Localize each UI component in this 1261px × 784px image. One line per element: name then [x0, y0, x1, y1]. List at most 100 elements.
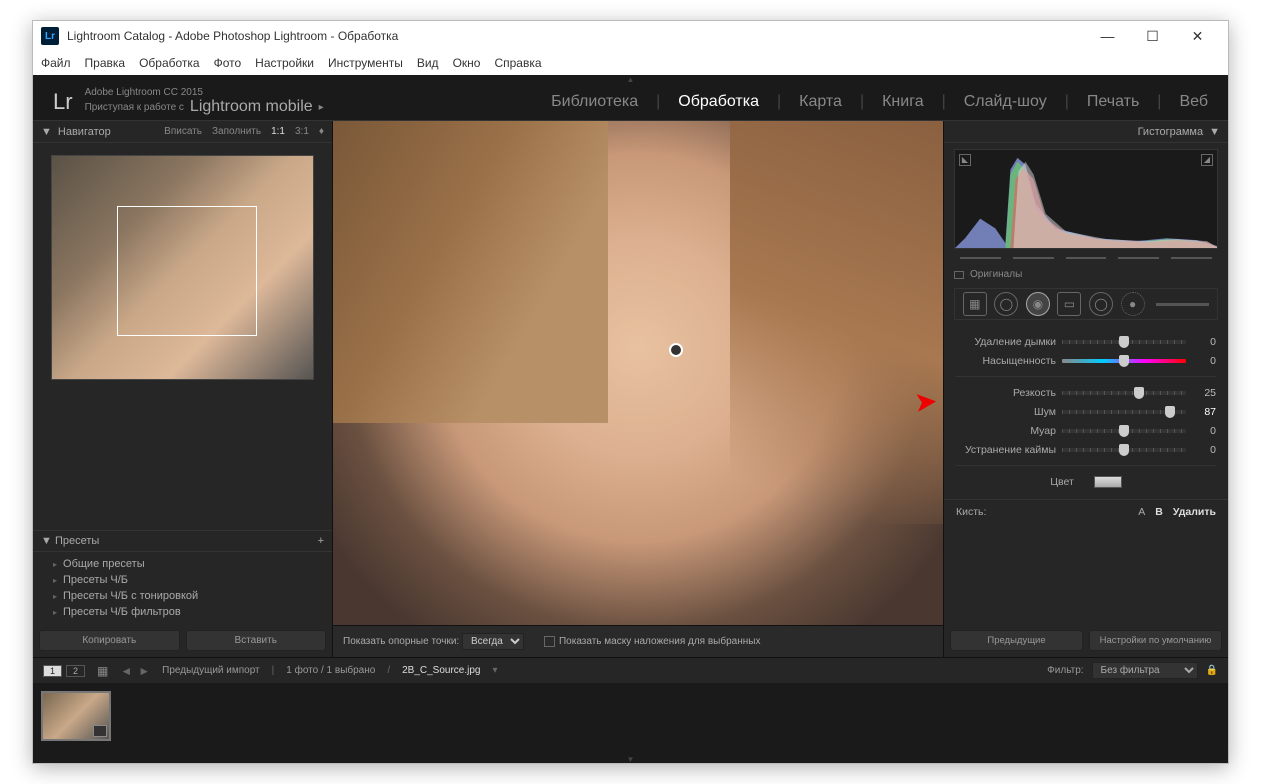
- module-book[interactable]: Книга: [882, 93, 923, 111]
- module-slideshow[interactable]: Слайд-шоу: [964, 93, 1047, 111]
- zoom-more-icon[interactable]: ♦: [319, 126, 324, 137]
- brush-delete[interactable]: Удалить: [1173, 506, 1216, 518]
- menu-tools[interactable]: Инструменты: [328, 56, 403, 70]
- show-mask-checkbox[interactable]: [544, 636, 555, 647]
- current-filename[interactable]: 2B_C_Source.jpg: [402, 665, 480, 676]
- menu-help[interactable]: Справка: [494, 56, 541, 70]
- show-mask-label: Показать маску наложения для выбранных: [559, 636, 760, 647]
- menubar: Файл Правка Обработка Фото Настройки Инс…: [33, 51, 1228, 75]
- clip-highlight-icon[interactable]: ◢: [1201, 154, 1213, 166]
- menu-file[interactable]: Файл: [41, 56, 71, 70]
- chevron-down-icon[interactable]: ▼: [41, 126, 52, 138]
- titlebar: Lr Lightroom Catalog - Adobe Photoshop L…: [33, 21, 1228, 51]
- radial-tool-icon[interactable]: ◯: [1089, 292, 1113, 316]
- slider-label-defringe: Устранение каймы: [956, 444, 1056, 456]
- filmstrip: [33, 683, 1228, 755]
- preset-item[interactable]: Пресеты Ч/Б фильтров: [33, 604, 332, 620]
- module-picker: Библиотека| Обработка| Карта| Книга| Сла…: [551, 93, 1208, 111]
- presets-title: Пресеты: [55, 535, 99, 547]
- app-icon: Lr: [41, 27, 59, 45]
- window-title: Lightroom Catalog - Adobe Photoshop Ligh…: [67, 29, 1085, 43]
- center-view: Показать опорные точки: Всегда Показать …: [333, 121, 943, 657]
- module-library[interactable]: Библиотека: [551, 93, 638, 111]
- prev-photo-icon[interactable]: ◄: [120, 664, 132, 678]
- navigator-frame[interactable]: [117, 206, 257, 336]
- brush-tool-icon[interactable]: ●: [1121, 292, 1145, 316]
- collapse-bottom[interactable]: [33, 755, 1228, 763]
- adjustment-pin[interactable]: [669, 343, 683, 357]
- slider-dehaze[interactable]: [1062, 340, 1186, 344]
- brush-label: Кисть:: [956, 506, 986, 518]
- right-panel: Гистограмма ▼ ◣ ◢ Оригиналы ▦ ◯: [943, 121, 1228, 657]
- zoom-1-1[interactable]: 1:1: [271, 126, 285, 137]
- slider-saturation[interactable]: [1062, 359, 1186, 363]
- collapse-top[interactable]: [33, 75, 1228, 83]
- module-map[interactable]: Карта: [799, 93, 842, 111]
- lr-logo: Lr: [53, 89, 73, 115]
- tool-strip: ▦ ◯ ◉ ▭ ◯ ●: [954, 288, 1218, 320]
- minimize-button[interactable]: —: [1085, 21, 1130, 51]
- thumbnail[interactable]: [41, 691, 111, 741]
- previous-button[interactable]: Предыдущие: [950, 630, 1083, 651]
- defaults-button[interactable]: Настройки по умолчанию: [1089, 630, 1222, 651]
- show-points-label: Показать опорные точки:: [343, 636, 459, 647]
- histogram-title: Гистограмма: [1138, 126, 1204, 138]
- brand-mobile[interactable]: Lightroom mobile: [190, 98, 313, 116]
- add-preset-button[interactable]: +: [318, 535, 324, 547]
- brush-a[interactable]: A: [1138, 506, 1145, 518]
- originals-checkbox[interactable]: [954, 271, 964, 279]
- menu-settings[interactable]: Настройки: [255, 56, 314, 70]
- chevron-down-icon[interactable]: ▼: [41, 535, 52, 547]
- zoom-fill[interactable]: Заполнить: [212, 126, 261, 137]
- grid-icon[interactable]: ▦: [97, 664, 108, 678]
- maximize-button[interactable]: ☐: [1130, 21, 1175, 51]
- tool-slider[interactable]: [1156, 303, 1209, 306]
- menu-edit[interactable]: Правка: [85, 56, 126, 70]
- slider-moire[interactable]: [1062, 429, 1186, 433]
- color-swatch[interactable]: [1094, 476, 1122, 488]
- navigator-title: Навигатор: [58, 126, 111, 138]
- menu-develop[interactable]: Обработка: [139, 56, 200, 70]
- slider-defringe[interactable]: [1062, 448, 1186, 452]
- next-photo-icon[interactable]: ►: [138, 664, 150, 678]
- histogram[interactable]: ◣ ◢: [954, 149, 1218, 249]
- show-points-select[interactable]: Всегда: [462, 633, 524, 650]
- lock-icon[interactable]: 🔒: [1206, 665, 1218, 676]
- close-button[interactable]: ✕: [1175, 21, 1220, 51]
- redeye-tool-icon[interactable]: ◉: [1026, 292, 1050, 316]
- zoom-fit[interactable]: Вписать: [164, 126, 202, 137]
- photo-canvas[interactable]: [333, 121, 943, 625]
- filmstrip-toolbar: 1 2 ▦ ◄► Предыдущий импорт | 1 фото / 1 …: [33, 657, 1228, 683]
- module-print[interactable]: Печать: [1087, 93, 1139, 111]
- crop-tool-icon[interactable]: ▦: [963, 292, 987, 316]
- originals-label: Оригиналы: [970, 269, 1022, 280]
- zoom-3-1[interactable]: 3:1: [295, 126, 309, 137]
- breadcrumb-source[interactable]: Предыдущий импорт: [162, 665, 260, 676]
- clip-shadow-icon[interactable]: ◣: [959, 154, 971, 166]
- gradient-tool-icon[interactable]: ▭: [1057, 292, 1081, 316]
- center-toolbar: Показать опорные точки: Всегда Показать …: [333, 625, 943, 657]
- slider-sharpness[interactable]: [1062, 391, 1186, 395]
- module-web[interactable]: Веб: [1179, 93, 1208, 111]
- brand-arrow[interactable]: ▸: [319, 102, 324, 113]
- view-2[interactable]: 2: [66, 665, 85, 677]
- copy-button[interactable]: Копировать: [39, 630, 180, 651]
- brush-b[interactable]: B: [1155, 506, 1163, 518]
- slider-label-color: Цвет: [1050, 476, 1074, 488]
- chevron-down-icon[interactable]: ▼: [1209, 126, 1220, 138]
- module-develop[interactable]: Обработка: [678, 93, 759, 111]
- preset-item[interactable]: Пресеты Ч/Б с тонировкой: [33, 588, 332, 604]
- preset-item[interactable]: Пресеты Ч/Б: [33, 572, 332, 588]
- preset-list: Общие пресеты Пресеты Ч/Б Пресеты Ч/Б с …: [33, 552, 332, 624]
- navigator-preview[interactable]: [51, 155, 314, 380]
- filter-select[interactable]: Без фильтра: [1092, 662, 1198, 679]
- paste-button[interactable]: Вставить: [186, 630, 327, 651]
- slider-label-dehaze: Удаление дымки: [956, 336, 1056, 348]
- spot-tool-icon[interactable]: ◯: [994, 292, 1018, 316]
- menu-window[interactable]: Окно: [453, 56, 481, 70]
- menu-photo[interactable]: Фото: [214, 56, 242, 70]
- menu-view[interactable]: Вид: [417, 56, 439, 70]
- view-1[interactable]: 1: [43, 665, 62, 677]
- preset-item[interactable]: Общие пресеты: [33, 556, 332, 572]
- slider-noise[interactable]: [1062, 410, 1186, 414]
